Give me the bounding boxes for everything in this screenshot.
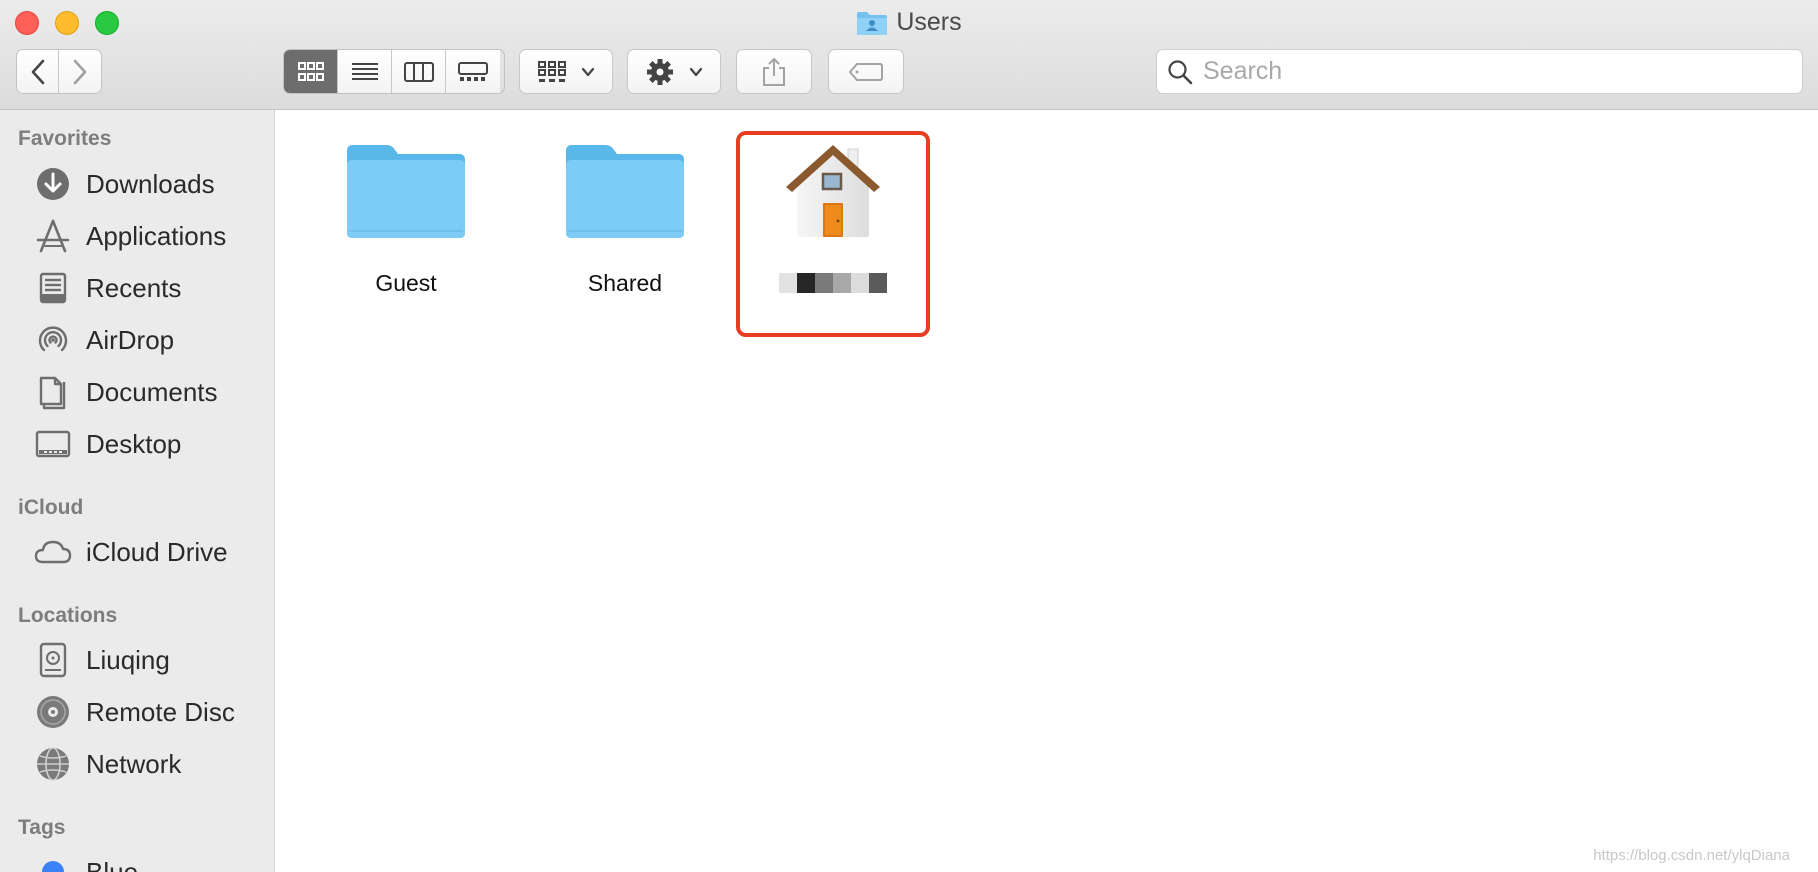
list-view-button[interactable]	[338, 50, 392, 93]
sidebar-item-desktop[interactable]: Desktop	[34, 422, 181, 466]
sidebar-item-label: Applications	[86, 220, 227, 251]
users-folder-icon	[857, 11, 888, 35]
sidebar-item-label: Downloads	[86, 168, 215, 199]
sidebar-item-label: Blue	[86, 856, 139, 872]
columns-icon	[403, 61, 434, 82]
gallery-view-button[interactable]	[446, 50, 500, 93]
hard-drive-icon	[34, 641, 72, 679]
pixelated-text	[779, 273, 887, 293]
file-browser-content: Guest Shared https://blog.csdn.net/ylqDi…	[276, 111, 1818, 872]
desktop-icon	[34, 425, 72, 463]
sidebar-item-icloud-drive[interactable]: iCloud Drive	[34, 530, 228, 574]
grid-icon	[297, 61, 324, 81]
cloud-icon	[34, 533, 72, 571]
sidebar-item-liuqing[interactable]: Liuqing	[34, 638, 170, 682]
sidebar-item-label: iCloud Drive	[86, 536, 228, 567]
home-icon	[768, 131, 898, 251]
file-label: Shared	[587, 269, 663, 296]
sidebar-item-recents[interactable]: Recents	[34, 266, 181, 310]
sidebar-header-locations: Locations	[18, 604, 118, 627]
sidebar-item-label: AirDrop	[86, 324, 175, 355]
view-mode-control	[283, 49, 505, 94]
download-icon	[34, 165, 72, 203]
sidebar-item-applications[interactable]: Applications	[34, 214, 226, 258]
watermark-text: https://blog.csdn.net/ylqDiana	[1593, 847, 1790, 864]
group-button[interactable]	[519, 49, 613, 94]
home-folder-item[interactable]	[748, 131, 918, 297]
column-view-button[interactable]	[392, 50, 446, 93]
gear-icon	[647, 58, 673, 85]
folder-icon	[341, 131, 471, 251]
recents-icon	[34, 269, 72, 307]
chevron-down-icon	[689, 67, 703, 76]
disc-icon	[34, 693, 72, 731]
sidebar-item-documents[interactable]: Documents	[34, 370, 218, 414]
back-button[interactable]	[17, 50, 60, 93]
sidebar-item-label: Liuqing	[86, 644, 170, 675]
network-icon	[34, 745, 72, 783]
nav-buttons	[16, 49, 102, 94]
icon-view-button[interactable]	[284, 50, 338, 93]
search-field[interactable]	[1156, 49, 1803, 94]
list-icon	[351, 62, 378, 80]
tag-icon	[849, 62, 883, 81]
folder-icon	[560, 131, 690, 251]
window-title: Users	[0, 8, 1818, 37]
folder-item-guest[interactable]: Guest	[321, 131, 491, 297]
sidebar-item-downloads[interactable]: Downloads	[34, 162, 215, 206]
sidebar-header-icloud: iCloud	[18, 496, 84, 519]
tag-color-icon	[34, 853, 72, 872]
chevron-right-icon	[73, 59, 87, 84]
sidebar-item-label: Recents	[86, 272, 182, 303]
sidebar-item-airdrop[interactable]: AirDrop	[34, 318, 174, 362]
sidebar-item-remote-disc[interactable]: Remote Disc	[34, 690, 235, 734]
sidebar-item-tag-blue[interactable]: Blue	[34, 850, 138, 872]
sidebar-item-network[interactable]: Network	[34, 742, 181, 786]
share-button[interactable]	[736, 49, 812, 94]
window-toolbar: Users	[0, 0, 1818, 110]
gallery-icon	[458, 61, 488, 81]
search-icon	[1168, 59, 1193, 84]
sidebar-header-favorites: Favorites	[18, 127, 112, 150]
airdrop-icon	[34, 321, 72, 359]
obscured-username-label	[779, 269, 887, 297]
document-icon	[34, 373, 72, 411]
chevron-down-icon	[581, 67, 595, 76]
file-label: Guest	[375, 269, 437, 296]
sidebar-item-label: Desktop	[86, 428, 182, 459]
tag-button[interactable]	[828, 49, 904, 94]
chevron-left-icon	[31, 59, 44, 84]
applications-icon	[34, 217, 72, 255]
sidebar: Favorites Downloads Applications Recents…	[0, 110, 275, 872]
window-title-text: Users	[896, 8, 962, 36]
forward-button[interactable]	[59, 50, 101, 93]
sidebar-header-tags: Tags	[18, 816, 66, 839]
search-input[interactable]	[1203, 57, 1763, 86]
group-icon	[538, 60, 566, 82]
sidebar-item-label: Network	[86, 748, 182, 779]
sidebar-item-label: Documents	[86, 376, 218, 407]
sidebar-item-label: Remote Disc	[86, 696, 235, 727]
folder-item-shared[interactable]: Shared	[540, 131, 710, 297]
action-button[interactable]	[627, 49, 721, 94]
share-icon	[763, 57, 785, 86]
